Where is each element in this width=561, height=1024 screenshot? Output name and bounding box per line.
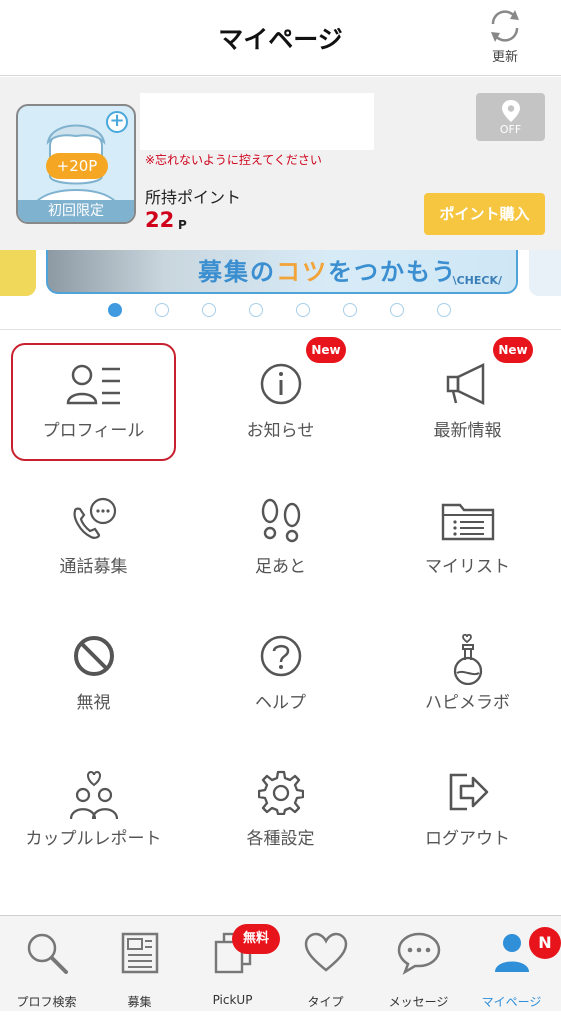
gear-icon	[187, 769, 374, 815]
carousel-dot[interactable]	[343, 303, 357, 317]
points-value: 22	[145, 208, 175, 232]
folder-list-icon	[374, 497, 561, 543]
menu-item-call-recruit[interactable]: 通話募集	[0, 467, 187, 603]
profile-card: + +20P 初回限定 ※忘れないように控えてください 所持ポイント 22 P …	[0, 77, 561, 250]
chat-bubble-icon	[372, 930, 465, 976]
user-id-field	[140, 93, 374, 150]
menu-item-label: お知らせ	[246, 421, 315, 441]
refresh-label: 更新	[491, 50, 518, 65]
banner-carousel[interactable]: 募集のコツをつかもう \CHECK/	[0, 250, 561, 330]
points-unit: P	[178, 218, 187, 232]
menu-item-label: 通話募集	[59, 557, 128, 577]
footprints-icon	[187, 497, 374, 543]
banner-slide[interactable]: 募集のコツをつかもう \CHECK/	[46, 250, 518, 294]
flask-icon	[374, 633, 561, 685]
tab-label: メッセージ	[388, 995, 449, 1009]
tab-label: 募集	[127, 995, 152, 1009]
tab-label: PickUP	[212, 993, 253, 1007]
info-icon	[187, 361, 374, 407]
menu-item-mylist[interactable]: マイリスト	[374, 467, 561, 603]
tab-recruit[interactable]: 募集	[93, 916, 186, 1012]
carousel-dot[interactable]	[390, 303, 404, 317]
profile-list-icon	[0, 361, 187, 409]
menu-item-label: 無視	[76, 693, 111, 713]
plus-icon[interactable]: +	[106, 111, 128, 133]
menu-grid: プロフィール お知らせ 最新情報 通話募集 足あと マイリスト 無視 ヘルプ ハ…	[0, 331, 561, 915]
menu-item-latest[interactable]: 最新情報	[374, 331, 561, 467]
new-badge: New	[493, 337, 533, 363]
carousel-dot[interactable]	[202, 303, 216, 317]
first-time-label: 初回限定	[18, 200, 134, 222]
menu-item-label: ハピメラボ	[425, 693, 510, 713]
bonus-badge: +20P	[46, 153, 108, 179]
tab-profile-search[interactable]: プロフ検索	[0, 916, 93, 1012]
menu-item-label: 各種設定	[246, 829, 315, 849]
search-icon	[0, 930, 93, 976]
banner-check-label: \CHECK/	[452, 274, 502, 287]
menu-item-label: ログアウト	[425, 829, 510, 849]
menu-item-ignore[interactable]: 無視	[0, 603, 187, 739]
megaphone-icon	[374, 361, 561, 407]
new-badge: New	[306, 337, 346, 363]
menu-item-label: カップルレポート	[25, 829, 162, 849]
menu-item-label: マイリスト	[425, 557, 510, 577]
tab-type[interactable]: タイプ	[279, 916, 372, 1012]
block-icon	[0, 633, 187, 679]
refresh-button[interactable]: 更新	[475, 8, 535, 70]
refresh-icon	[475, 8, 535, 44]
tab-label: プロフ検索	[16, 995, 77, 1009]
menu-item-help[interactable]: ヘルプ	[187, 603, 374, 739]
tab-label: マイページ	[481, 995, 542, 1009]
carousel-dot[interactable]	[296, 303, 310, 317]
carousel-dot[interactable]	[108, 303, 122, 317]
banner-prev-slide[interactable]	[0, 250, 36, 296]
board-icon	[93, 930, 186, 976]
header: マイページ 更新	[0, 0, 561, 76]
menu-item-settings[interactable]: 各種設定	[187, 739, 374, 875]
carousel-dot[interactable]	[437, 303, 451, 317]
menu-item-footprints[interactable]: 足あと	[187, 467, 374, 603]
tab-label: タイプ	[307, 995, 344, 1009]
bottom-nav: プロフ検索 募集 PickUP タイプ メッセージ マイページ	[0, 915, 561, 1011]
phone-chat-icon	[0, 497, 187, 543]
notification-badge: N	[529, 927, 561, 959]
menu-item-label: 足あと	[255, 557, 306, 577]
help-icon	[187, 633, 374, 679]
menu-item-hapimelabo[interactable]: ハピメラボ	[374, 603, 561, 739]
menu-item-label: ヘルプ	[255, 693, 306, 713]
banner-headline: 募集のコツをつかもう	[198, 258, 458, 286]
banner-next-slide[interactable]	[529, 250, 561, 296]
location-status: OFF	[499, 123, 522, 136]
menu-item-label: プロフィール	[42, 421, 145, 441]
heart-icon	[279, 930, 372, 976]
free-badge: 無料	[232, 924, 280, 954]
menu-item-couple-report[interactable]: カップルレポート	[0, 739, 187, 875]
menu-item-logout[interactable]: ログアウト	[374, 739, 561, 875]
menu-item-label: 最新情報	[433, 421, 502, 441]
couple-heart-icon	[0, 769, 187, 821]
menu-item-profile[interactable]: プロフィール	[0, 331, 187, 467]
carousel-dot[interactable]	[249, 303, 263, 317]
menu-item-news[interactable]: お知らせ	[187, 331, 374, 467]
logout-icon	[374, 769, 561, 815]
tab-message[interactable]: メッセージ	[372, 916, 465, 1012]
location-pin-icon	[476, 99, 545, 123]
points-label: 所持ポイント	[145, 188, 242, 207]
buy-points-button[interactable]: ポイント購入	[424, 193, 545, 235]
carousel-dot[interactable]	[155, 303, 169, 317]
location-toggle-button[interactable]: OFF	[476, 93, 545, 141]
notice-text: ※忘れないように控えてください	[145, 153, 322, 167]
